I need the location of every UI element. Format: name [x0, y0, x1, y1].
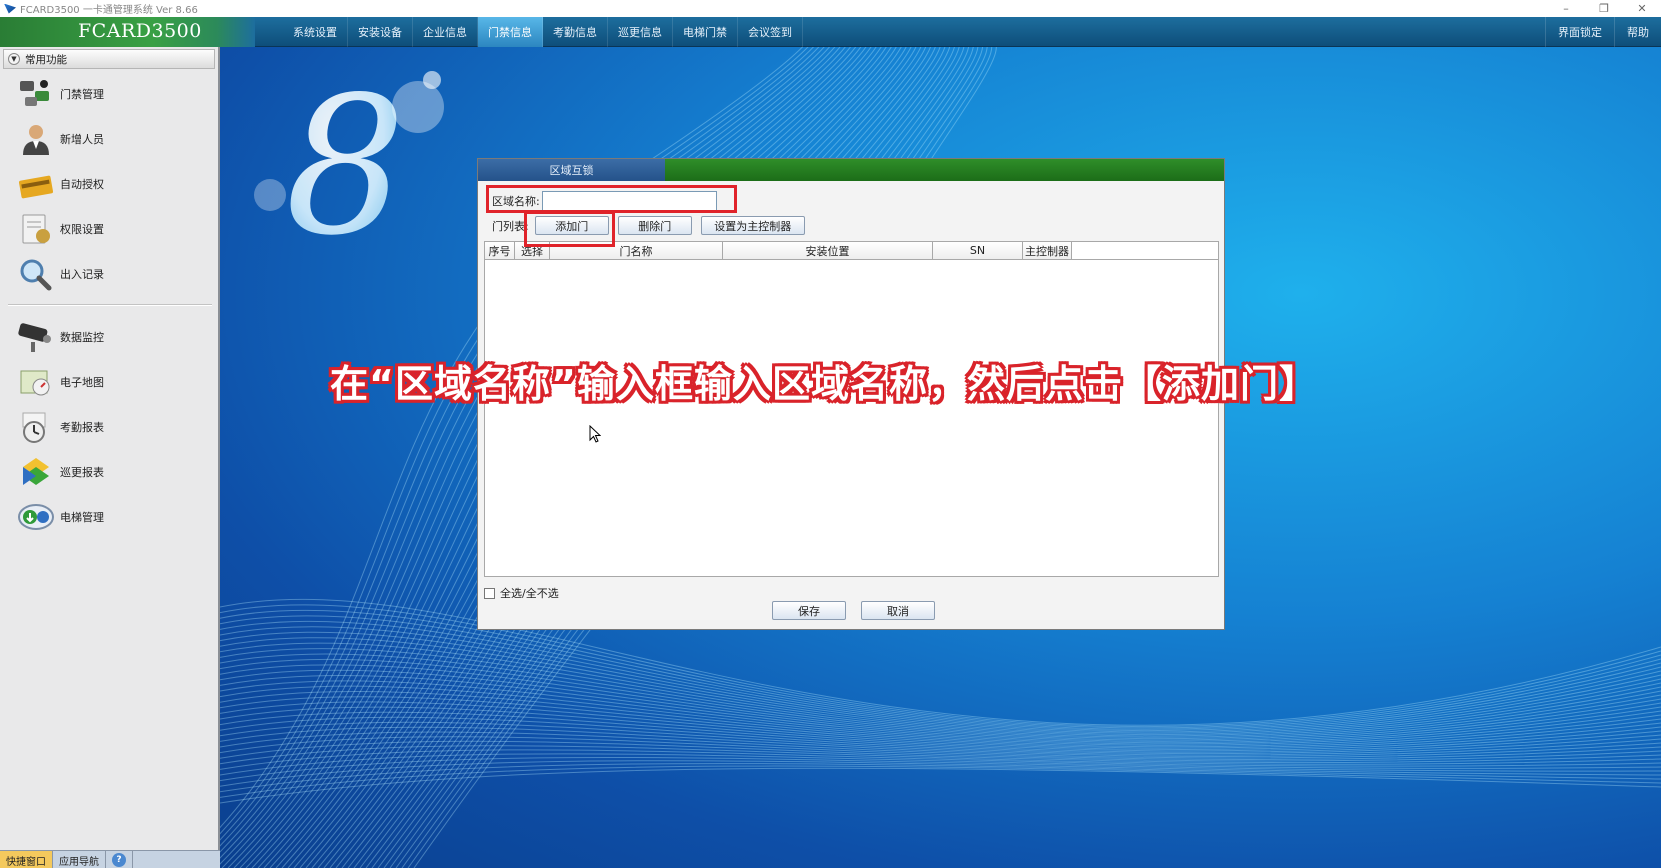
sidebar-item-clock[interactable]: 考勤报表 — [16, 404, 218, 449]
sidebar-item-label: 新增人员 — [60, 132, 104, 146]
tab-quick-window[interactable]: 快捷窗口 — [0, 851, 53, 868]
sidebar-item-permission[interactable]: 权限设置 — [16, 206, 218, 251]
sidebar-item-map[interactable]: 电子地图 — [16, 359, 218, 404]
column-header-0[interactable]: 序号 — [485, 242, 515, 259]
door-table[interactable]: 序号 选择 门名称 安装位置 SN 主控制器 — [484, 241, 1219, 577]
door-table-header: 序号 选择 门名称 安装位置 SN 主控制器 — [485, 242, 1218, 260]
clock-icon — [16, 409, 56, 445]
set-master-controller-button[interactable]: 设置为主控制器 — [700, 216, 805, 235]
patrol-icon — [16, 454, 56, 490]
window-titlebar: FCARD3500 一卡通管理系统 Ver 8.66 – ❐ ✕ — [0, 0, 1661, 17]
tab-app-navigation[interactable]: 应用导航 — [53, 851, 106, 868]
select-all-label: 全选/全不选 — [500, 587, 559, 600]
select-all-row: 全选/全不选 — [484, 585, 559, 601]
sidebar-item-label: 电子地图 — [60, 375, 104, 389]
sidebar-item-card[interactable]: 自动授权 — [16, 161, 218, 206]
dialog-titlebar: 区域互锁 — [478, 159, 1224, 181]
menu-item-0[interactable]: 系统设置 — [283, 17, 348, 47]
cancel-button[interactable]: 取消 — [861, 601, 935, 620]
menu-item-5[interactable]: 巡更信息 — [608, 17, 673, 47]
sidebar-item-label: 出入记录 — [60, 267, 104, 281]
select-all-checkbox[interactable] — [484, 587, 495, 599]
sidebar-group-1: 门禁管理新增人员自动授权权限设置出入记录 — [0, 71, 218, 296]
menu-item-7[interactable]: 会议签到 — [738, 17, 803, 47]
dialog-title: 区域互锁 — [478, 159, 665, 181]
magnifier-icon — [16, 256, 56, 292]
menu-item-2[interactable]: 企业信息 — [413, 17, 478, 47]
common-functions-label: 常用功能 — [25, 53, 67, 66]
app-icon — [4, 3, 16, 14]
sidebar-item-camera[interactable]: 数据监控 — [16, 314, 218, 359]
door-control-icon — [16, 76, 56, 112]
sidebar-item-elevator[interactable]: 电梯管理 — [16, 494, 218, 539]
map-icon — [16, 364, 56, 400]
tab-help[interactable]: ? — [106, 851, 133, 868]
sidebar-item-door-control[interactable]: 门禁管理 — [16, 71, 218, 116]
column-header-4[interactable]: SN — [933, 242, 1023, 259]
chevron-down-icon[interactable]: ▼ — [8, 53, 20, 65]
elevator-icon — [16, 499, 56, 535]
sidebar-item-patrol[interactable]: 巡更报表 — [16, 449, 218, 494]
sidebar-item-magnifier[interactable]: 出入记录 — [16, 251, 218, 296]
quick-panel: ▼ 常用功能 门禁管理新增人员自动授权权限设置出入记录 数据监控电子地图考勤报表… — [0, 47, 220, 850]
person-icon — [16, 121, 56, 157]
menu-item-6[interactable]: 电梯门禁 — [673, 17, 738, 47]
sidebar-group-2: 数据监控电子地图考勤报表巡更报表电梯管理 — [0, 314, 218, 539]
zone-name-label: 区域名称: — [492, 195, 540, 208]
logo-eight: 8 — [285, 56, 406, 277]
bottom-tabs: 快捷窗口 应用导航 ? — [0, 850, 220, 868]
window-controls: – ❐ ✕ — [1547, 0, 1661, 17]
sidebar-item-label: 权限设置 — [60, 222, 104, 236]
door-list-label: 门列表: — [492, 219, 529, 233]
menu-bar: FCARD3500 系统设置 安装设备 企业信息 门禁信息 考勤信息 巡更信息 电梯门禁 会议… — [0, 17, 1661, 47]
sidebar-divider — [8, 304, 212, 306]
menu-item-4[interactable]: 考勤信息 — [543, 17, 608, 47]
menu-item-1[interactable]: 安装设备 — [348, 17, 413, 47]
close-button[interactable]: ✕ — [1623, 0, 1661, 17]
sidebar-item-label: 门禁管理 — [60, 87, 104, 101]
column-header-2[interactable]: 门名称 — [550, 242, 723, 259]
mouse-cursor-icon — [589, 425, 601, 443]
permission-icon — [16, 211, 56, 247]
minimize-button[interactable]: – — [1547, 0, 1585, 17]
sidebar-item-label: 考勤报表 — [60, 420, 104, 434]
menu-item-3[interactable]: 门禁信息 — [478, 17, 543, 47]
help-icon: ? — [112, 853, 126, 867]
zone-name-row: 区域名称: — [492, 191, 717, 211]
sidebar-item-person[interactable]: 新增人员 — [16, 116, 218, 161]
help-menu[interactable]: 帮助 — [1614, 17, 1661, 47]
door-list-row: 门列表: 添加门 删除门 设置为主控制器 — [492, 216, 805, 235]
instruction-caption: 在“区域名称”输入框输入区域名称，然后点击【添加门】 — [330, 362, 1318, 406]
brand-text: FCARD3500 — [78, 20, 202, 42]
add-door-button[interactable]: 添加门 — [534, 216, 609, 235]
save-button[interactable]: 保存 — [772, 601, 846, 620]
restore-button[interactable]: ❐ — [1585, 0, 1623, 17]
sidebar-item-label: 数据监控 — [60, 330, 104, 344]
sidebar-item-label: 电梯管理 — [60, 510, 104, 524]
column-header-3[interactable]: 安装位置 — [723, 242, 933, 259]
zone-name-input[interactable] — [541, 191, 717, 211]
lock-interface-menu[interactable]: 界面锁定 — [1545, 17, 1614, 47]
brand-logo: FCARD3500 — [0, 17, 255, 47]
sidebar-item-label: 自动授权 — [60, 177, 104, 191]
column-header-5[interactable]: 主控制器 — [1023, 242, 1072, 259]
camera-icon — [16, 319, 56, 355]
sidebar-item-label: 巡更报表 — [60, 465, 104, 479]
main-menu: 系统设置 安装设备 企业信息 门禁信息 考勤信息 巡更信息 电梯门禁 会议签到 — [283, 17, 803, 47]
delete-door-button[interactable]: 删除门 — [617, 216, 692, 235]
common-functions-header[interactable]: ▼ 常用功能 — [3, 49, 215, 69]
column-header-1[interactable]: 选择 — [515, 242, 550, 259]
card-icon — [16, 166, 56, 202]
window-title: FCARD3500 一卡通管理系统 Ver 8.66 — [20, 5, 198, 16]
menu-right: 界面锁定 帮助 — [1545, 17, 1661, 47]
